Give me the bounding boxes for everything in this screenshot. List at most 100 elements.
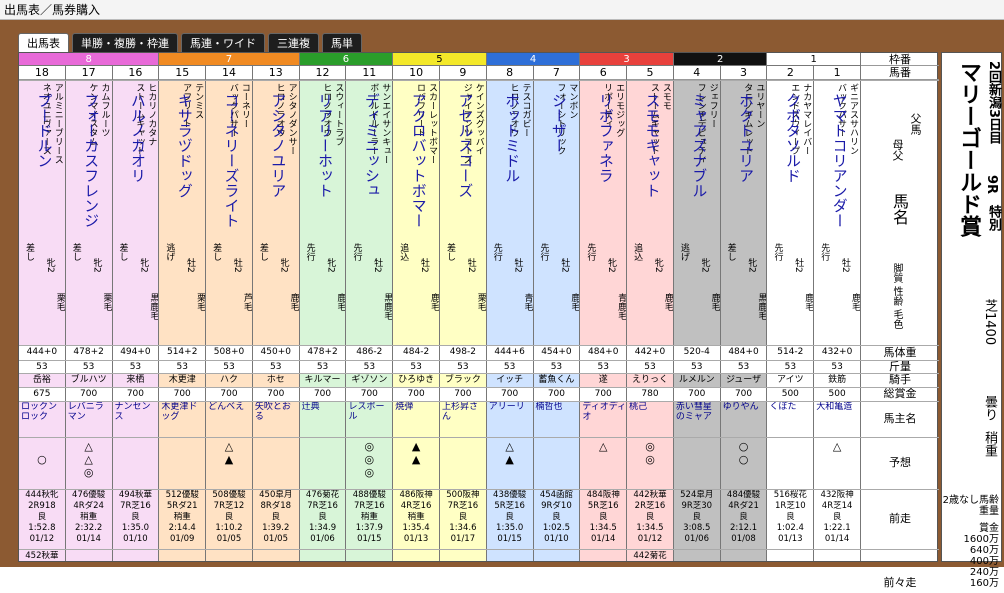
prize-3: 400万 <box>969 556 999 567</box>
owner-name[interactable]: 木更津ドッグ <box>159 402 205 437</box>
horse-number[interactable]: 1 <box>814 66 860 80</box>
horse-number[interactable]: 12 <box>299 66 346 80</box>
jockey-name: ひろゆき <box>398 375 435 385</box>
horse-name[interactable]: フォーカスフレンジ <box>81 93 102 273</box>
prediction-mark <box>627 467 673 479</box>
horse-name[interactable]: シーザー <box>549 93 570 273</box>
prev-race-line: 454函館 <box>539 490 574 500</box>
coat-color: 青毛 <box>522 293 533 311</box>
tab-umaren-wide[interactable]: 馬連・ワイド <box>181 33 265 53</box>
prev-race-line: 1:10.2 <box>215 523 243 533</box>
prediction-mark <box>113 467 159 479</box>
prediction-mark <box>19 441 65 453</box>
horse-number[interactable]: 15 <box>159 66 206 80</box>
horse-number[interactable]: 4 <box>673 66 720 80</box>
total-prize: 780 <box>627 388 673 401</box>
horse-name[interactable]: ハルノカオリ <box>128 93 149 273</box>
horse-number[interactable]: 11 <box>346 66 393 80</box>
horse-number[interactable]: 13 <box>252 66 299 80</box>
horse-name[interactable]: コーネリーズライト <box>221 93 242 273</box>
owner-name[interactable]: 楠哲也 <box>534 402 580 437</box>
carried-weight: 53 <box>580 361 627 373</box>
prediction-mark: ◎ <box>364 441 375 453</box>
body-weight: 494+0 <box>112 346 159 360</box>
horse-name[interactable]: アクロバットボマー <box>409 93 430 273</box>
horse-name[interactable]: ディミニッシュ <box>362 93 383 273</box>
horse-number[interactable]: 5 <box>627 66 673 80</box>
prev-race-line: 01/13 <box>778 534 803 544</box>
running-style: 差し <box>725 243 736 261</box>
owner-name[interactable]: 焼弾 <box>393 402 439 437</box>
owner-name[interactable]: 上杉昇さん <box>440 402 486 437</box>
owner-name[interactable]: ナンセンス <box>113 402 159 437</box>
horse-number[interactable]: 14 <box>206 66 252 80</box>
horse-name[interactable]: ホットミドル <box>502 93 523 273</box>
horse-number[interactable]: 17 <box>65 66 112 80</box>
prediction-mark <box>393 467 439 479</box>
header-name: 馬名 <box>890 193 909 225</box>
horse-name[interactable]: ヤマトコリアンダー <box>830 93 851 273</box>
prev-race-line: 4R芝16 <box>400 501 432 511</box>
owner-name[interactable]: 辻典 <box>300 402 346 437</box>
tab-shutsuba[interactable]: 出馬表 <box>18 33 69 53</box>
tab-sanrenpuku[interactable]: 三連複 <box>268 33 319 53</box>
owner-name[interactable]: 桃己 <box>627 402 673 437</box>
body-weight: 444+6 <box>486 346 533 360</box>
horse-name[interactable]: リアリーホット <box>315 93 336 273</box>
horse-number[interactable]: 3 <box>720 66 767 80</box>
owner-name[interactable]: ロックンロック <box>19 402 65 437</box>
jockey-name: 木更津 <box>168 375 196 385</box>
horse-name[interactable]: クボタソルド <box>783 93 804 273</box>
horse-number[interactable]: 7 <box>533 66 580 80</box>
sex-age: 牡2 <box>465 258 476 273</box>
horse-column: 12 スウィートラブ ヒロノラオウ リアリーホット 先行 牝2 鹿毛 478+2 53 キルマー 7… <box>299 53 347 561</box>
running-style: 差し <box>70 243 81 261</box>
tab-umatan[interactable]: 馬単 <box>322 33 362 53</box>
coat-color: 鹿毛 <box>709 293 720 311</box>
owner-name[interactable]: ディオディオ <box>580 402 626 437</box>
horse-name[interactable]: ホクトユリア <box>736 93 757 273</box>
horse-number[interactable]: 8 <box>486 66 533 80</box>
sex-age: 牡2 <box>418 258 429 273</box>
owner-name[interactable]: レバニラマン <box>66 402 112 437</box>
horse-number[interactable]: 16 <box>112 66 159 80</box>
prediction-mark <box>300 454 346 466</box>
owner-name[interactable]: 矢吹とおる <box>253 402 299 437</box>
waku-header: 2 <box>673 53 768 66</box>
owner-name[interactable]: くぼた <box>767 402 813 437</box>
horse-name[interactable]: キサラヅドッグ <box>175 93 196 273</box>
coat-color: 鹿毛 <box>288 293 299 311</box>
horse-number[interactable]: 9 <box>440 66 486 80</box>
horse-name[interactable]: スモモキャット <box>642 93 663 273</box>
carried-weight: 53 <box>346 361 393 373</box>
sex-age: 牡2 <box>793 258 804 273</box>
sex-age: 牝2 <box>699 258 710 273</box>
owner-name[interactable]: アリーリ <box>487 402 533 437</box>
jockey-name: 鉄筋 <box>828 375 847 385</box>
prev-race-line: 512優駿 <box>165 490 199 500</box>
owner-name[interactable]: ゆりやん <box>721 402 767 437</box>
horse-number[interactable]: 18 <box>19 66 65 80</box>
horse-number[interactable]: 2 <box>767 66 814 80</box>
prediction-mark <box>253 454 299 466</box>
horse-name[interactable]: アシタノユリア <box>268 93 289 273</box>
horse-number[interactable]: 6 <box>580 66 627 80</box>
owner-name[interactable]: 赤い彗星のミャア <box>674 402 720 437</box>
owner-name[interactable]: どんべえ <box>206 402 252 437</box>
body-weight: 508+0 <box>206 346 252 360</box>
horse-number[interactable]: 10 <box>393 66 439 80</box>
owner-name[interactable]: レスポール <box>346 402 392 437</box>
horse-name[interactable]: リボファネラ <box>596 93 617 273</box>
prev-race-line: 良 <box>458 512 468 522</box>
tab-tansho-fukusho-wakuren[interactable]: 単勝・複勝・枠連 <box>72 33 178 53</box>
prev-race-line: 450皐月 <box>259 490 293 500</box>
owner-name[interactable]: 大和亀造 <box>814 402 860 437</box>
prize-label: 賞金 <box>979 523 999 534</box>
horse-name[interactable]: アセルスコーズ <box>455 93 476 273</box>
horse-name[interactable]: プードルン <box>34 93 55 273</box>
prev-race-line: 01/13 <box>403 534 429 544</box>
prediction-mark <box>300 467 346 479</box>
horse-column: 6 エリモジッグ リボーティ リボファネラ 先行 牝2 青鹿毛 484+0 53 遂 700 ディオデ… <box>580 53 628 561</box>
horse-name[interactable]: ミャアズナブル <box>689 93 710 273</box>
prev-race-line: 01/12 <box>637 534 663 544</box>
